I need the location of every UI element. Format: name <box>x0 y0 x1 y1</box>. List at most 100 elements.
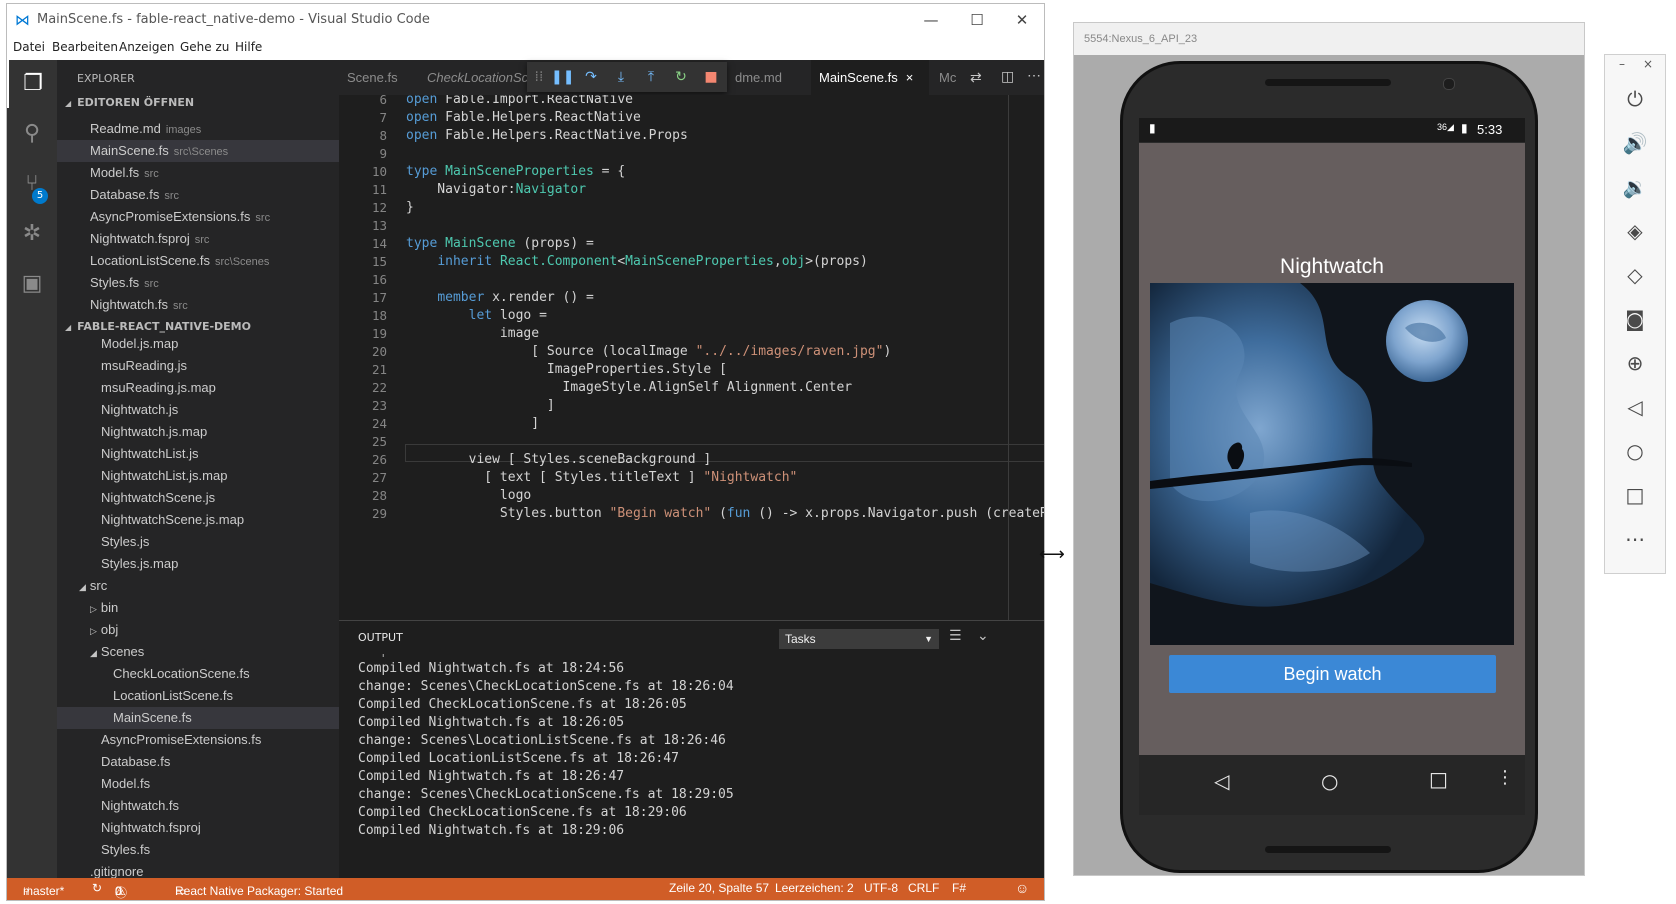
line-ending[interactable]: CRLF <box>908 881 939 895</box>
open-changes-icon[interactable]: ⇄ <box>970 69 982 86</box>
tree-file[interactable]: NightwatchList.js <box>57 443 339 465</box>
tree-file[interactable]: Nightwatch.fsproj <box>57 817 339 839</box>
minimize-button[interactable]: — <box>911 8 951 32</box>
tree-folder-bin[interactable]: ▷ bin <box>57 597 339 619</box>
encoding[interactable]: UTF-8 <box>864 881 898 895</box>
zoom-icon[interactable]: ⊕ <box>1605 341 1665 385</box>
tree-file[interactable]: Styles.js.map <box>57 553 339 575</box>
open-editor-item[interactable]: Readme.md images <box>57 118 339 140</box>
line-number: 18 <box>371 308 387 323</box>
begin-watch-button[interactable]: Begin watch <box>1169 655 1496 693</box>
line-number: 20 <box>371 344 387 359</box>
home-icon[interactable]: ○ <box>1605 429 1665 473</box>
tree-file[interactable]: Styles.js <box>57 531 339 553</box>
more-options-icon[interactable]: ⋯ <box>1605 517 1665 561</box>
open-editors-header[interactable]: ◢ EDITOREN ÖFFNEN <box>65 96 194 109</box>
tree-file[interactable]: Styles.fs <box>57 839 339 861</box>
overflow-menu-icon[interactable]: ⋮ <box>1496 767 1514 788</box>
clear-output-icon[interactable]: ☰ <box>949 628 962 644</box>
open-editor-item[interactable]: MainScene.fs src\Scenes <box>57 140 339 162</box>
recents-icon[interactable]: □ <box>1429 767 1448 791</box>
step-over-icon[interactable]: ↷ <box>581 67 601 87</box>
project-header[interactable]: ◢ FABLE-REACT_NATIVE-DEMO <box>65 320 251 333</box>
tree-file[interactable]: Database.fs <box>57 751 339 773</box>
tab-readme[interactable]: dme.md <box>727 60 807 95</box>
editor-scrollbar[interactable] <box>1008 95 1009 620</box>
tree-file[interactable]: LocationListScene.fs <box>57 685 339 707</box>
menu-anzeigen[interactable]: Anzeigen <box>119 40 174 54</box>
power-icon[interactable]: ⏻ <box>1605 77 1665 121</box>
tab-more[interactable]: Mc <box>931 60 971 95</box>
output-tab[interactable]: OUTPUT <box>358 631 403 644</box>
cursor-position[interactable]: Zeile 20, Spalte 57 <box>669 881 769 895</box>
explorer-icon[interactable]: ❐ <box>7 60 57 108</box>
rotate-left-icon[interactable]: ◈ <box>1605 209 1665 253</box>
tab-mainscene[interactable]: MainScene.fs × <box>811 60 929 95</box>
output-channel-select[interactable]: Tasks ▼ <box>779 629 939 649</box>
tree-file[interactable]: Nightwatch.js <box>57 399 339 421</box>
open-editor-item[interactable]: Database.fs src <box>57 184 339 206</box>
drag-handle-icon[interactable]: ⁞⁞ <box>529 67 549 87</box>
tree-file[interactable]: Model.js.map <box>57 333 339 355</box>
tree-file[interactable]: msuReading.js <box>57 355 339 377</box>
more-actions-icon[interactable]: ⋯ <box>1027 67 1041 84</box>
split-editor-icon[interactable]: ◫ <box>1001 68 1014 85</box>
tree-file[interactable]: msuReading.js.map <box>57 377 339 399</box>
close-button[interactable]: ✕ <box>1002 8 1042 32</box>
search-icon[interactable]: ⚲ <box>7 110 57 158</box>
screenshot-icon[interactable]: ◙ <box>1605 297 1665 341</box>
string-literal: "Begin watch" <box>609 506 712 521</box>
stop-icon[interactable]: ■ <box>701 67 721 87</box>
open-editor-item[interactable]: AsyncPromiseExtensions.fs src <box>57 206 339 228</box>
menu-hilfe[interactable]: Hilfe <box>235 40 262 54</box>
tab-scene[interactable]: Scene.fs <box>339 60 409 95</box>
back-icon[interactable]: ◁ <box>1605 385 1665 429</box>
step-into-icon[interactable]: ⤓ <box>611 67 631 87</box>
tree-file[interactable]: Nightwatch.fs <box>57 795 339 817</box>
tab-checklocationscene[interactable]: CheckLocationSc <box>419 60 539 95</box>
tree-file[interactable]: NightwatchScene.js.map <box>57 509 339 531</box>
back-icon[interactable]: ◁ <box>1214 769 1229 793</box>
debug-icon[interactable]: ✲ <box>7 210 57 258</box>
menu-gehe-zu[interactable]: Gehe zu <box>180 40 229 54</box>
close-icon[interactable]: × <box>906 70 914 85</box>
extensions-icon[interactable]: ▣ <box>7 260 57 308</box>
volume-down-icon[interactable]: 🔉 <box>1605 165 1665 209</box>
source-control-icon[interactable]: ⑂ <box>7 160 57 208</box>
tree-folder-src[interactable]: ◢ src <box>57 575 339 597</box>
step-out-icon[interactable]: ⤒ <box>641 67 661 87</box>
open-editor-item[interactable]: LocationListScene.fs src\Scenes <box>57 250 339 272</box>
maximize-button[interactable]: ☐ <box>957 8 997 32</box>
tree-folder-obj[interactable]: ▷ obj <box>57 619 339 641</box>
rotate-right-icon[interactable]: ◇ <box>1605 253 1665 297</box>
home-icon[interactable]: ○ <box>1321 769 1338 793</box>
volume-up-icon[interactable]: 🔊 <box>1605 121 1665 165</box>
tree-file[interactable]: NightwatchScene.js <box>57 487 339 509</box>
tree-file[interactable]: Model.fs <box>57 773 339 795</box>
tree-folder-scenes[interactable]: ◢ Scenes <box>57 641 339 663</box>
feedback-smiley-icon[interactable]: ☺ <box>1015 880 1029 896</box>
indentation[interactable]: Leerzeichen: 2 <box>775 881 854 895</box>
menu-datei[interactable]: Datei <box>13 40 45 54</box>
open-editor-item[interactable]: Styles.fs src <box>57 272 339 294</box>
tree-file[interactable]: AsyncPromiseExtensions.fs <box>57 729 339 751</box>
tree-file-selected[interactable]: MainScene.fs <box>57 707 339 729</box>
toolbar-close-button[interactable]: × <box>1643 57 1653 71</box>
sync-icon[interactable]: ↻ <box>92 881 102 895</box>
code-editor[interactable]: 6 7 8 9 10 11 12 13 14 15 16 17 18 19 20… <box>339 95 1044 620</box>
open-editor-item[interactable]: Model.fs src <box>57 162 339 184</box>
restart-icon[interactable]: ↻ <box>671 67 691 87</box>
toolbar-minimize-button[interactable]: – <box>1619 57 1625 71</box>
pause-icon[interactable]: ❚❚ <box>551 67 574 87</box>
explorer-header: EXPLORER <box>77 72 135 85</box>
tree-file[interactable]: CheckLocationScene.fs <box>57 663 339 685</box>
overview-icon[interactable]: □ <box>1605 473 1665 517</box>
tree-file[interactable]: Nightwatch.js.map <box>57 421 339 443</box>
collapse-panel-icon[interactable]: ⌄ <box>977 628 989 644</box>
open-editor-item[interactable]: Nightwatch.fs src <box>57 294 339 316</box>
menu-bearbeiten[interactable]: Bearbeiten <box>52 40 118 54</box>
language-mode[interactable]: F# <box>952 881 966 895</box>
output-panel[interactable]: Compiled CheckLocationScene.fs at 18:24:… <box>339 654 1044 878</box>
tree-file[interactable]: NightwatchList.js.map <box>57 465 339 487</box>
open-editor-item[interactable]: Nightwatch.fsproj src <box>57 228 339 250</box>
